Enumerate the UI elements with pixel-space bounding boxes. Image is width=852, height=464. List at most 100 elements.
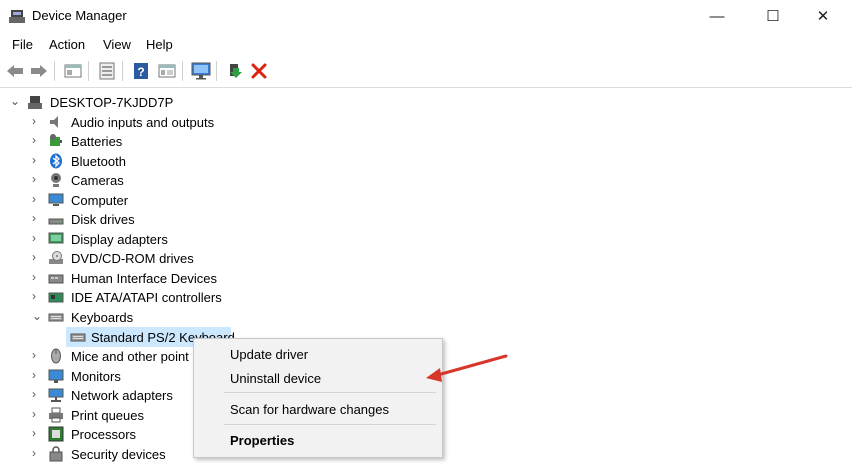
tree-item-label: Mice and other point bbox=[71, 349, 189, 364]
tree-item-cameras[interactable]: › Cameras bbox=[0, 170, 852, 190]
back-button[interactable] bbox=[4, 60, 26, 82]
speaker-icon bbox=[50, 116, 58, 128]
chevron-right-icon[interactable]: › bbox=[32, 349, 42, 361]
tree-item-computer[interactable]: › Computer bbox=[0, 190, 852, 210]
chevron-down-icon[interactable]: ⌄ bbox=[32, 310, 42, 322]
tree-item-ide[interactable]: › IDE ATA/ATAPI controllers bbox=[0, 287, 852, 307]
help-button[interactable]: ? bbox=[130, 60, 152, 82]
tree-item-label: DVD/CD-ROM drives bbox=[71, 251, 194, 266]
chevron-right-icon[interactable]: › bbox=[32, 232, 42, 244]
tree-item-batteries[interactable]: › Batteries bbox=[0, 131, 852, 151]
update-icon bbox=[99, 62, 115, 80]
chevron-right-icon[interactable]: › bbox=[32, 447, 42, 459]
monitor-icon bbox=[191, 62, 211, 80]
update-button[interactable] bbox=[96, 60, 118, 82]
maximize-icon: ☐ bbox=[766, 8, 780, 25]
chevron-right-icon[interactable]: › bbox=[32, 408, 42, 420]
menu-divider bbox=[224, 424, 436, 425]
tree-item-label: IDE ATA/ATAPI controllers bbox=[71, 290, 222, 305]
enable-button[interactable] bbox=[224, 60, 246, 82]
tree-item-label: Bluetooth bbox=[71, 154, 126, 169]
chevron-right-icon[interactable]: › bbox=[32, 427, 42, 439]
ide-icon bbox=[48, 292, 64, 303]
chevron-right-icon[interactable]: › bbox=[32, 388, 42, 400]
tree-item-label: Cameras bbox=[71, 173, 124, 188]
keyboard-icon bbox=[48, 313, 64, 322]
enable-icon bbox=[230, 64, 242, 78]
hid-icon bbox=[48, 274, 64, 284]
tree-item-label: Keyboards bbox=[71, 310, 134, 325]
annotation-arrow-icon bbox=[426, 354, 508, 382]
tree-item-label: Processors bbox=[71, 427, 137, 442]
tree-item-audio[interactable]: › Audio inputs and outputs bbox=[0, 112, 852, 132]
tree-item-disk-drives[interactable]: › Disk drives bbox=[0, 209, 852, 229]
tree-item-label: Batteries bbox=[71, 134, 123, 149]
chevron-right-icon[interactable]: › bbox=[32, 134, 42, 146]
title-bar: Device Manager — ☐ ✕ bbox=[0, 0, 852, 32]
forward-icon bbox=[31, 65, 47, 77]
uninstall-button[interactable] bbox=[248, 60, 270, 82]
tree-root-label: DESKTOP-7KJDD7P bbox=[50, 95, 174, 110]
chevron-right-icon[interactable]: › bbox=[32, 271, 42, 283]
tree-item-label: Print queues bbox=[71, 408, 144, 423]
printer-icon bbox=[49, 407, 63, 423]
menu-help[interactable]: Help bbox=[146, 37, 173, 52]
tree-item-label: Display adapters bbox=[71, 232, 168, 247]
chevron-right-icon[interactable]: › bbox=[32, 212, 42, 224]
close-icon: ✕ bbox=[816, 8, 830, 25]
back-icon bbox=[7, 65, 23, 77]
tree-item-hid[interactable]: › Human Interface Devices bbox=[0, 268, 852, 288]
menu-divider bbox=[224, 392, 436, 393]
keyboard-icon bbox=[70, 333, 86, 342]
device-manager-icon bbox=[9, 10, 25, 23]
menu-bar: File Action View Help bbox=[0, 34, 852, 56]
uninstall-device-item[interactable]: Uninstall device bbox=[230, 371, 321, 386]
tree-item-keyboards[interactable]: ⌄ Keyboards bbox=[0, 307, 852, 327]
scan-hardware-item[interactable]: Scan for hardware changes bbox=[230, 402, 389, 417]
tree-item-dvd[interactable]: › DVD/CD-ROM drives bbox=[0, 248, 852, 268]
update-driver-item[interactable]: Update driver bbox=[230, 347, 308, 362]
tree-item-label: Monitors bbox=[71, 369, 121, 384]
maximize-button[interactable]: ☐ bbox=[750, 0, 796, 32]
tree-item-label: Network adapters bbox=[71, 388, 173, 403]
chevron-right-icon[interactable]: › bbox=[32, 251, 42, 263]
camera-icon bbox=[51, 173, 61, 187]
tree-item-label: Computer bbox=[71, 193, 129, 208]
properties-icon bbox=[64, 64, 82, 78]
tree-item-label: Audio inputs and outputs bbox=[71, 115, 215, 130]
chevron-down-icon[interactable]: ⌄ bbox=[10, 95, 20, 107]
chevron-right-icon[interactable]: › bbox=[32, 154, 42, 166]
tree-root[interactable]: ⌄ DESKTOP-7KJDD7P bbox=[0, 92, 852, 112]
menu-view[interactable]: View bbox=[103, 37, 131, 52]
tree-item-display-adapters[interactable]: › Display adapters bbox=[0, 229, 852, 249]
minimize-button[interactable]: — bbox=[694, 0, 740, 32]
view-icon bbox=[158, 64, 176, 78]
chevron-right-icon[interactable]: › bbox=[32, 290, 42, 302]
menu-file[interactable]: File bbox=[12, 37, 33, 52]
dvd-icon bbox=[49, 251, 63, 264]
scan-button[interactable] bbox=[190, 60, 212, 82]
chevron-right-icon[interactable]: › bbox=[32, 369, 42, 381]
processor-icon bbox=[48, 426, 64, 442]
battery-icon bbox=[50, 134, 62, 146]
forward-button[interactable] bbox=[28, 60, 50, 82]
context-menu: Update driver Uninstall device Scan for … bbox=[193, 338, 443, 458]
tree-item-bluetooth[interactable]: › Bluetooth bbox=[0, 151, 852, 171]
window-title: Device Manager bbox=[32, 8, 127, 23]
svg-text:?: ? bbox=[137, 65, 144, 79]
monitor-icon bbox=[48, 369, 64, 383]
properties-button[interactable] bbox=[62, 60, 84, 82]
view-button[interactable] bbox=[156, 60, 178, 82]
remove-icon bbox=[251, 63, 267, 79]
close-button[interactable]: ✕ bbox=[800, 0, 846, 32]
chevron-right-icon[interactable]: › bbox=[32, 173, 42, 185]
help-icon: ? bbox=[134, 63, 148, 79]
chevron-right-icon[interactable]: › bbox=[32, 115, 42, 127]
bluetooth-icon bbox=[50, 153, 62, 169]
chevron-right-icon[interactable]: › bbox=[32, 193, 42, 205]
tree-item-label: Disk drives bbox=[71, 212, 135, 227]
display-adapter-icon bbox=[48, 232, 64, 244]
menu-action[interactable]: Action bbox=[49, 37, 85, 52]
properties-item[interactable]: Properties bbox=[230, 433, 294, 448]
mouse-icon bbox=[51, 348, 61, 364]
